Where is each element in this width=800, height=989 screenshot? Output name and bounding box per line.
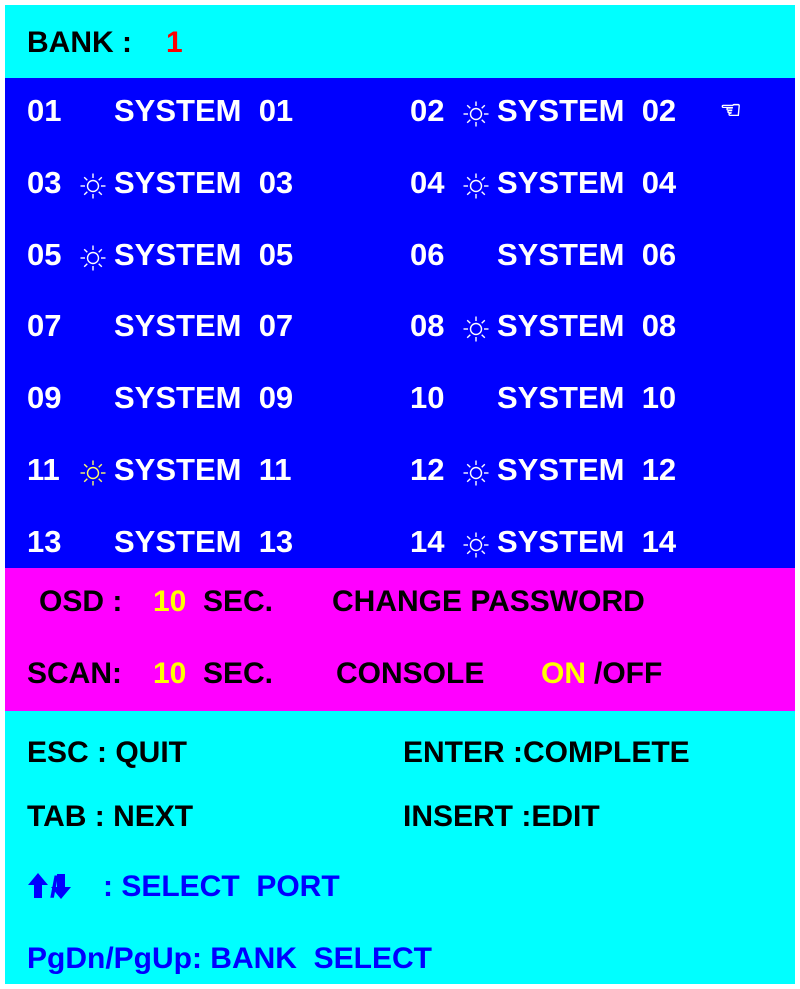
port-number: 14 xyxy=(410,523,445,559)
port-row[interactable]: 07 SYSTEM 07 xyxy=(27,306,377,346)
port-number: 08 xyxy=(410,308,445,344)
enter-complete-hint: ENTER :COMPLETE xyxy=(403,736,690,769)
osd-label: OSD : xyxy=(39,585,123,618)
scan-time-unit: SEC. xyxy=(203,657,274,690)
port-name: SYSTEM 06 xyxy=(497,236,677,272)
port-number: 05 xyxy=(27,236,62,272)
console-label: CONSOLE xyxy=(336,657,485,690)
port-name: SYSTEM 08 xyxy=(497,308,677,344)
sun-icon xyxy=(462,457,490,486)
sun-icon xyxy=(462,313,490,342)
port-name: SYSTEM 12 xyxy=(497,452,677,487)
key-help-panel: ESC : QUIT ENTER :COMPLETE TAB : NEXT IN… xyxy=(5,711,795,984)
insert-edit-hint: INSERT :EDIT xyxy=(403,800,600,833)
bank-select-hint: PgDn/PgUp: BANK SELECT xyxy=(27,942,432,975)
osd-timeout-value: 10 xyxy=(153,585,187,618)
sun-icon xyxy=(79,242,107,271)
pointing-hand-icon: ☜ xyxy=(720,97,742,124)
port-name: SYSTEM 01 xyxy=(114,93,294,128)
port-number: 09 xyxy=(27,380,62,416)
port-number: 01 xyxy=(27,93,62,128)
port-list: 01 SYSTEM 01 02 SYSTEM 02 ☜ 03 SYSTEM 03 04 SYST… xyxy=(5,78,795,568)
port-name: SYSTEM 11 xyxy=(114,452,292,487)
port-name: SYSTEM 05 xyxy=(114,236,294,272)
sun-icon xyxy=(462,98,490,127)
kvm-osd-window: BANK : 1 01 SYSTEM 01 02 SYSTEM 02 ☜ 03 SYSTEM… xyxy=(5,5,795,984)
port-row[interactable]: 14 SYSTEM 14 xyxy=(410,522,760,562)
port-name: SYSTEM 07 xyxy=(114,308,294,344)
port-number: 12 xyxy=(410,452,445,487)
port-number: 07 xyxy=(27,308,62,344)
port-number: 06 xyxy=(410,236,445,272)
console-on-option: ON xyxy=(541,657,586,690)
port-name: SYSTEM 14 xyxy=(497,523,677,559)
port-name: SYSTEM 09 xyxy=(114,380,294,416)
scan-time-value: 10 xyxy=(153,657,187,690)
port-number: 13 xyxy=(27,523,62,559)
port-number: 03 xyxy=(27,164,62,200)
port-row[interactable]: 10 SYSTEM 10 xyxy=(410,378,760,418)
port-row[interactable]: 12 SYSTEM 12 xyxy=(410,450,760,490)
tab-next-hint: TAB : NEXT xyxy=(27,800,194,833)
sun-icon xyxy=(462,529,490,558)
port-number: 04 xyxy=(410,164,445,200)
port-name: SYSTEM 02 xyxy=(497,93,677,128)
port-row[interactable]: 11 SYSTEM 11 xyxy=(27,450,377,490)
change-password-option[interactable]: CHANGE PASSWORD xyxy=(332,584,645,620)
osd-timeout-unit: SEC. xyxy=(203,585,274,618)
port-name: SYSTEM 03 xyxy=(114,164,294,200)
port-row[interactable]: 13 SYSTEM 13 xyxy=(27,522,377,562)
port-name: SYSTEM 13 xyxy=(114,523,294,559)
select-port-hint: : SELECT PORT xyxy=(103,870,340,903)
port-row[interactable]: 09 SYSTEM 09 xyxy=(27,378,377,418)
sun-icon xyxy=(79,457,107,486)
scan-label: SCAN: xyxy=(27,657,122,690)
bank-number: 1 xyxy=(166,26,183,59)
console-off-option: /OFF xyxy=(594,657,663,690)
port-row[interactable]: 02 SYSTEM 02 ☜ xyxy=(410,91,760,131)
bank-label: BANK : xyxy=(27,26,132,59)
select-port-arrows: / xyxy=(27,871,71,904)
port-row[interactable]: 06 SYSTEM 06 xyxy=(410,235,760,275)
port-number: 11 xyxy=(27,452,60,487)
settings-panel: OSD : 10 SEC. CHANGE PASSWORD SCAN: 10 S… xyxy=(5,568,795,711)
port-number: 10 xyxy=(410,380,445,416)
port-row[interactable]: 03 SYSTEM 03 xyxy=(27,163,377,203)
bank-header: BANK : 1 xyxy=(5,5,795,78)
port-row[interactable]: 04 SYSTEM 04 xyxy=(410,163,760,203)
port-row[interactable]: 01 SYSTEM 01 xyxy=(27,91,377,131)
sun-icon xyxy=(462,170,490,199)
sun-icon xyxy=(79,170,107,199)
up-arrow-icon xyxy=(28,873,48,898)
port-number: 02 xyxy=(410,93,445,128)
port-row[interactable]: 05 SYSTEM 05 xyxy=(27,235,377,275)
port-name: SYSTEM 10 xyxy=(497,380,677,416)
port-name: SYSTEM 04 xyxy=(497,164,677,200)
esc-quit-hint: ESC : QUIT xyxy=(27,736,188,769)
port-row[interactable]: 08 SYSTEM 08 xyxy=(410,306,760,346)
